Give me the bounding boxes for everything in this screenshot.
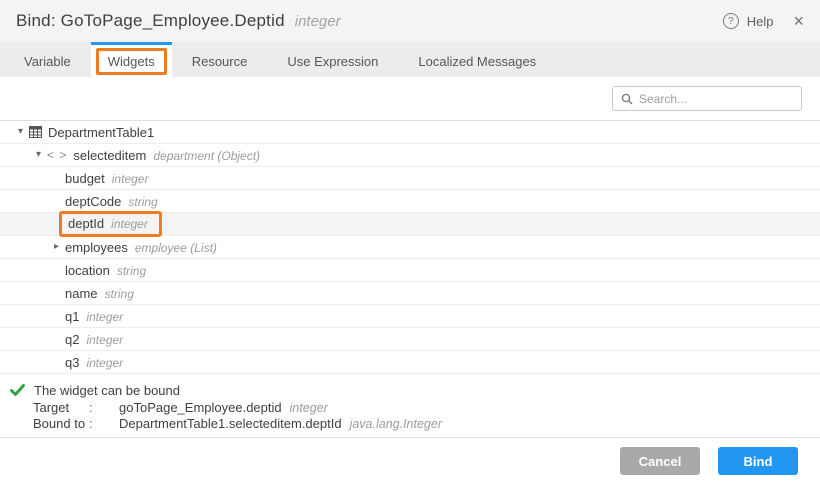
tree-node-label: name string	[65, 286, 134, 301]
tab-label: Resource	[192, 54, 248, 69]
tree-row-name[interactable]: name string	[0, 282, 820, 305]
tree-row-location[interactable]: location string	[0, 259, 820, 282]
status-value-type: java.lang.Integer	[350, 417, 442, 431]
check-icon	[10, 384, 25, 397]
tree-node-name: employees	[65, 240, 128, 255]
footer-bar: Cancel Bind	[0, 437, 820, 487]
status-separator: :	[89, 416, 119, 432]
status-grid: Target:goToPage_Employee.deptidintegerBo…	[33, 400, 820, 432]
tree-node-label: q1 integer	[65, 309, 123, 324]
tree-row-deptcode[interactable]: deptCode string	[0, 190, 820, 213]
tree-node-name: q3	[65, 355, 79, 370]
tree-row-q3[interactable]: q3 integer	[0, 351, 820, 374]
tab-label: Localized Messages	[418, 54, 536, 69]
bind-button[interactable]: Bind	[718, 447, 798, 475]
tab-label: Use Expression	[287, 54, 378, 69]
tree-node-label: DepartmentTable1	[48, 125, 154, 140]
tree-node-label: q3 integer	[65, 355, 123, 370]
tree-node-type: integer	[112, 172, 149, 186]
tree-row-q1[interactable]: q1 integer	[0, 305, 820, 328]
tree-node-name: q1	[65, 309, 79, 324]
tree-node-type: integer	[111, 217, 148, 231]
tree-row-selecteditem[interactable]: ▾< > selecteditem department (Object)	[0, 144, 820, 167]
status-value: DepartmentTable1.selecteditem.deptIdjava…	[119, 416, 820, 432]
annotation-highlight: Widgets	[96, 48, 167, 75]
tree-node-type: string	[128, 195, 157, 209]
tree-node-name: DepartmentTable1	[48, 125, 154, 140]
tree-row-departmenttable1[interactable]: ▾ DepartmentTable1	[0, 121, 820, 144]
status-row-target: Target:goToPage_Employee.deptidinteger	[33, 400, 820, 416]
annotation-highlight: deptId integer	[59, 211, 162, 237]
tree-row-deptid[interactable]: deptId integer	[0, 213, 820, 236]
status-head: The widget can be bound	[10, 383, 820, 398]
tree-node-label: q2 integer	[65, 332, 123, 347]
dialog-title: Bind: GoToPage_Employee.Deptid	[16, 11, 285, 31]
tree-node-name: name	[65, 286, 98, 301]
bind-dialog: Bind: GoToPage_Employee.Deptid integer ?…	[0, 0, 820, 487]
status-label: Bound to	[33, 416, 89, 432]
search-row	[0, 77, 820, 121]
tree-node-type: string	[105, 287, 134, 301]
tab-bar: Variable Widgets Resource Use Expression Loc…	[0, 42, 820, 77]
search-icon	[621, 93, 633, 105]
status-value-type: integer	[290, 401, 328, 415]
tree-node-type: department (Object)	[153, 149, 260, 163]
tab-use-expression[interactable]: Use Expression	[267, 42, 398, 77]
tree-node-label: deptCode string	[65, 194, 158, 209]
tree-node-label: budget integer	[65, 171, 148, 186]
tree-node-type: integer	[86, 356, 123, 370]
dialog-title-type: integer	[295, 13, 341, 30]
tree-node-label: selecteditem department (Object)	[73, 148, 260, 163]
caret-right-icon[interactable]: ▸	[48, 242, 65, 252]
tree-node-name: selecteditem	[73, 148, 146, 163]
status-value: goToPage_Employee.deptidinteger	[119, 400, 820, 416]
status-label: Target	[33, 400, 89, 416]
tree-row-employees[interactable]: ▸employees employee (List)	[0, 236, 820, 259]
search-input[interactable]	[639, 92, 793, 106]
bind-status: The widget can be bound Target:goToPage_…	[0, 374, 820, 432]
tree-row-budget[interactable]: budget integer	[0, 167, 820, 190]
tab-widgets[interactable]: Widgets	[91, 42, 172, 77]
caret-down-icon[interactable]: ▾	[12, 127, 29, 137]
tree-node-type: employee (List)	[135, 241, 217, 255]
search-box[interactable]	[612, 86, 802, 111]
tree-node-label: employees employee (List)	[65, 240, 217, 255]
widget-tree: ▾DepartmentTable1▾< >selecteditemdepartm…	[0, 121, 820, 374]
status-separator: :	[89, 400, 119, 416]
help-button[interactable]: Help	[747, 14, 774, 29]
tree-node-name: deptId	[68, 216, 104, 231]
tab-localized-messages[interactable]: Localized Messages	[398, 42, 556, 77]
tree-node-type: integer	[86, 333, 123, 347]
close-icon[interactable]: ×	[793, 12, 804, 30]
tree-row-q2[interactable]: q2 integer	[0, 328, 820, 351]
help-icon[interactable]: ?	[723, 13, 739, 29]
cancel-button[interactable]: Cancel	[620, 447, 700, 475]
tree-node-type: integer	[86, 310, 123, 324]
object-icon: < >	[47, 148, 67, 162]
caret-down-icon[interactable]: ▾	[30, 150, 47, 160]
tree-node-name: location	[65, 263, 110, 278]
tree-node-name: q2	[65, 332, 79, 347]
title-bar: Bind: GoToPage_Employee.Deptid integer ?…	[0, 0, 820, 42]
tree-node-name: deptCode	[65, 194, 121, 209]
table-icon	[29, 126, 42, 138]
status-message: The widget can be bound	[34, 383, 180, 398]
tree-node-name: budget	[65, 171, 105, 186]
tree-node-type: string	[117, 264, 146, 278]
status-row-bound-to: Bound to:DepartmentTable1.selecteditem.d…	[33, 416, 820, 432]
tab-variable[interactable]: Variable	[4, 42, 91, 77]
tab-label: Variable	[24, 54, 71, 69]
tab-resource[interactable]: Resource	[172, 42, 268, 77]
titlebar-actions: ? Help ×	[723, 12, 804, 30]
tree-node-label: location string	[65, 263, 146, 278]
